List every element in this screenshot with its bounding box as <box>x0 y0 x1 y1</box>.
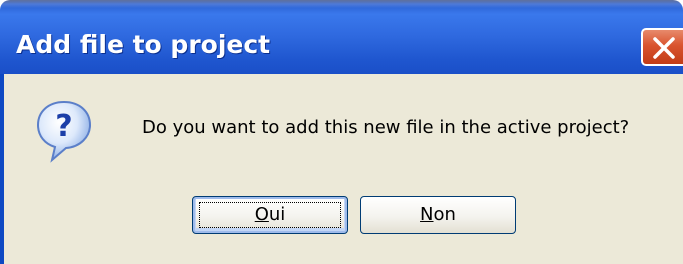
close-icon <box>653 37 675 59</box>
non-button[interactable]: Non <box>360 196 516 234</box>
oui-button[interactable]: Oui <box>192 196 348 234</box>
dialog-window: Add file to project ? Do you want to add… <box>0 0 683 264</box>
title-bar[interactable]: Add file to project <box>0 0 683 74</box>
non-mnemonic: N <box>420 204 434 225</box>
svg-text:?: ? <box>55 109 72 144</box>
non-button-label: Non <box>420 197 456 233</box>
oui-mnemonic: O <box>254 204 269 225</box>
oui-button-label: Oui <box>255 197 286 233</box>
non-label-rest: on <box>433 204 456 225</box>
close-button[interactable] <box>641 28 683 66</box>
dialog-body: ? Do you want to add this new file in th… <box>0 74 683 264</box>
oui-label-rest: ui <box>268 204 286 225</box>
window-title: Add file to project <box>16 30 271 59</box>
dialog-message: Do you want to add this new file in the … <box>142 117 630 138</box>
question-icon: ? <box>36 100 92 163</box>
